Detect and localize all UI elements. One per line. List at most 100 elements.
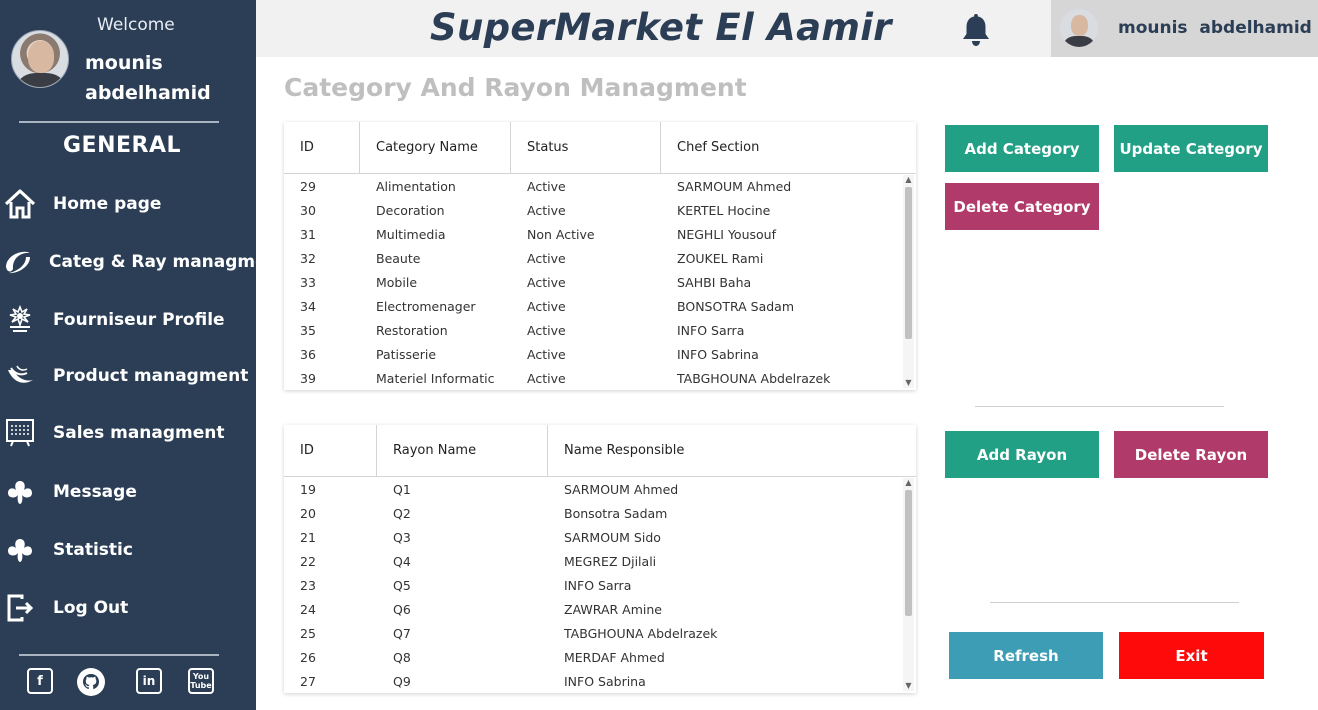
- sidebar-section-title: GENERAL: [62, 133, 181, 158]
- table-cell: 39: [300, 371, 316, 386]
- refresh-button[interactable]: Refresh: [949, 632, 1103, 679]
- column-header[interactable]: Rayon Name: [377, 425, 548, 477]
- category-table[interactable]: ID Category Name Status Chef Section 29 A…: [284, 122, 916, 390]
- table-cell: 25: [300, 626, 316, 641]
- statistic-icon: [3, 533, 37, 567]
- table-cell: NEGHLI Yousouf: [677, 227, 776, 242]
- add-rayon-button[interactable]: Add Rayon: [945, 431, 1099, 478]
- table-body: 19 Q1 SARMOUM Ahmed 20 Q2 Bonsotra Sadam 21 Q3 S…: [284, 478, 902, 694]
- delete-rayon-button[interactable]: Delete Rayon: [1114, 431, 1268, 478]
- delete-category-button[interactable]: Delete Category: [945, 183, 1099, 230]
- table-row[interactable]: 24 Q6 ZAWRAR Amine: [284, 598, 902, 622]
- table-cell: 36: [300, 347, 316, 362]
- table-cell: Q1: [393, 482, 411, 497]
- sidebar-item-label: Log Out: [53, 598, 129, 618]
- rayon-table[interactable]: ID Rayon Name Name Responsible 19 Q1 SARMO…: [284, 425, 916, 693]
- table-cell: Q3: [393, 530, 411, 545]
- table-cell: 32: [300, 251, 316, 266]
- table-row[interactable]: 20 Q2 Bonsotra Sadam: [284, 502, 902, 526]
- app-window: Welcome mounis abdelhamid GENERAL Home p…: [0, 0, 1318, 710]
- user-profile-box[interactable]: mounis abdelhamid: [1051, 0, 1318, 57]
- table-cell: 22: [300, 554, 316, 569]
- sidebar-item-label: Categ & Ray managment: [49, 252, 287, 272]
- table-cell: 24: [300, 602, 316, 617]
- youtube-icon[interactable]: You Tube: [188, 668, 214, 694]
- table-cell: 26: [300, 650, 316, 665]
- table-body: 29 Alimentation Active SARMOUM Ahmed 30 Decor…: [284, 175, 902, 391]
- table-row[interactable]: 27 Q9 INFO Sabrina: [284, 670, 902, 694]
- table-row[interactable]: 29 Alimentation Active SARMOUM Ahmed: [284, 175, 902, 199]
- table-row[interactable]: 26 Q8 MERDAF Ahmed: [284, 646, 902, 670]
- sidebar-item-message[interactable]: Message: [0, 472, 256, 512]
- sidebar-item-sales[interactable]: Sales managment: [0, 413, 256, 453]
- table-cell: Q6: [393, 602, 411, 617]
- table-row[interactable]: 35 Restoration Active INFO Sarra: [284, 319, 902, 343]
- table-row[interactable]: 30 Decoration Active KERTEL Hocine: [284, 199, 902, 223]
- facebook-icon[interactable]: f: [27, 668, 53, 694]
- table-row[interactable]: 25 Q7 TABGHOUNA Abdelrazek: [284, 622, 902, 646]
- table-cell: SAHBI Baha: [677, 275, 752, 290]
- table-cell: 19: [300, 482, 316, 497]
- table-cell: SARMOUM Ahmed: [677, 179, 792, 194]
- app-title: SuperMarket El Aamir: [430, 6, 892, 49]
- table-cell: Restoration: [376, 323, 448, 338]
- table-cell: Decoration: [376, 203, 445, 218]
- table-row[interactable]: 23 Q5 INFO Sarra: [284, 574, 902, 598]
- divider: [975, 406, 1224, 407]
- supplier-icon: [3, 303, 37, 337]
- sidebar-item-logout[interactable]: Log Out: [0, 588, 256, 628]
- table-cell: Active: [527, 299, 566, 314]
- table-cell: BONSOTRA Sadam: [677, 299, 795, 314]
- table-row[interactable]: 32 Beaute Active ZOUKEL Rami: [284, 247, 902, 271]
- linkedin-icon[interactable]: in: [136, 668, 162, 694]
- column-header[interactable]: ID: [284, 122, 360, 174]
- github-icon[interactable]: [77, 668, 105, 696]
- table-cell: SARMOUM Ahmed: [564, 482, 679, 497]
- table-scrollbar[interactable]: ▲ ▼: [903, 175, 914, 388]
- column-header[interactable]: Chef Section: [661, 122, 916, 174]
- sidebar-item-label: Statistic: [53, 540, 133, 560]
- table-row[interactable]: 31 Multimedia Non Active NEGHLI Yousouf: [284, 223, 902, 247]
- sidebar-item-categ-ray[interactable]: Categ & Ray managment: [0, 242, 287, 282]
- bell-icon[interactable]: [956, 10, 996, 50]
- table-cell: Non Active: [527, 227, 595, 242]
- table-header: ID Rayon Name Name Responsible: [284, 425, 916, 477]
- table-row[interactable]: 19 Q1 SARMOUM Ahmed: [284, 478, 902, 502]
- table-cell: Q2: [393, 506, 411, 521]
- table-cell: Active: [527, 347, 566, 362]
- table-cell: Materiel Informatic: [376, 371, 495, 386]
- table-row[interactable]: 34 Electromenager Active BONSOTRA Sadam: [284, 295, 902, 319]
- divider: [990, 602, 1239, 603]
- table-cell: Mobile: [376, 275, 418, 290]
- table-row[interactable]: 36 Patisserie Active INFO Sabrina: [284, 343, 902, 367]
- add-category-button[interactable]: Add Category: [945, 125, 1099, 172]
- table-cell: Bonsotra Sadam: [564, 506, 668, 521]
- sidebar-item-product[interactable]: Product managment: [0, 356, 256, 396]
- sidebar-item-fournisseur[interactable]: Fourniseur Profile: [0, 300, 256, 340]
- table-cell: Alimentation: [376, 179, 456, 194]
- column-header[interactable]: ID: [284, 425, 377, 477]
- table-cell: Q7: [393, 626, 411, 641]
- table-cell: MERDAF Ahmed: [564, 650, 665, 665]
- table-row[interactable]: 21 Q3 SARMOUM Sido: [284, 526, 902, 550]
- sidebar-item-statistic[interactable]: Statistic: [0, 530, 256, 570]
- exit-button[interactable]: Exit: [1119, 632, 1264, 679]
- table-scrollbar[interactable]: ▲ ▼: [903, 478, 914, 691]
- update-category-button[interactable]: Update Category: [1114, 125, 1268, 172]
- column-header[interactable]: Category Name: [360, 122, 511, 174]
- sidebar-item-label: Message: [53, 482, 137, 502]
- table-row[interactable]: 33 Mobile Active SAHBI Baha: [284, 271, 902, 295]
- column-header[interactable]: Status: [511, 122, 661, 174]
- table-cell: 34: [300, 299, 316, 314]
- table-cell: 31: [300, 227, 316, 242]
- table-cell: Q4: [393, 554, 411, 569]
- table-cell: Patisserie: [376, 347, 437, 362]
- avatar: [1060, 9, 1098, 47]
- sidebar-item-home[interactable]: Home page: [0, 184, 256, 224]
- table-row[interactable]: 22 Q4 MEGREZ Djilali: [284, 550, 902, 574]
- table-row[interactable]: 39 Materiel Informatic Active TABGHOUNA Abd…: [284, 367, 902, 391]
- table-cell: Active: [527, 203, 566, 218]
- table-cell: Active: [527, 251, 566, 266]
- table-cell: 20: [300, 506, 316, 521]
- column-header[interactable]: Name Responsible: [548, 425, 916, 477]
